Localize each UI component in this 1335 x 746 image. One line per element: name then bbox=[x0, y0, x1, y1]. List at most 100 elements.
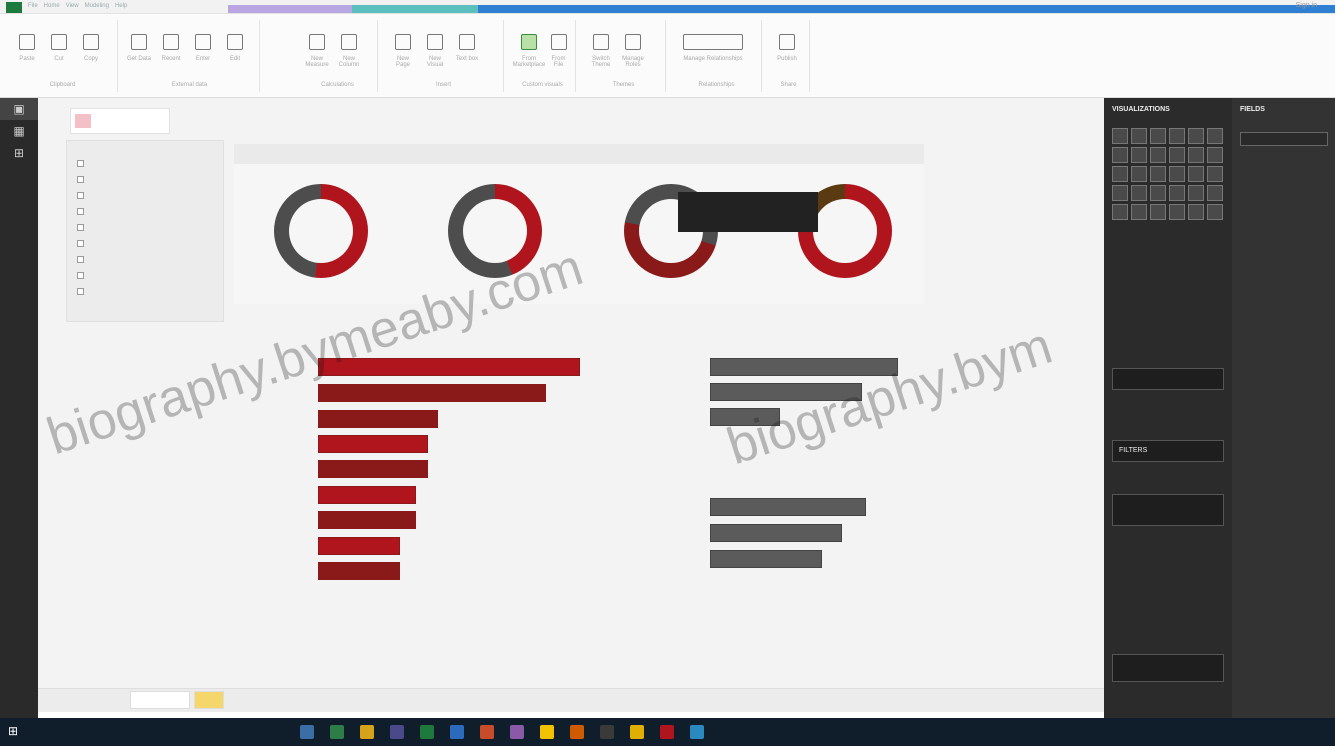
taskbar-app-icon[interactable] bbox=[540, 725, 554, 739]
tab-view[interactable]: View bbox=[66, 3, 79, 9]
taskbar-app-icon[interactable] bbox=[360, 725, 374, 739]
checkbox[interactable] bbox=[77, 271, 84, 279]
taskbar-app-icon[interactable] bbox=[480, 725, 494, 739]
visual-type-icon[interactable] bbox=[1207, 147, 1223, 163]
data-view-button[interactable]: ▦ bbox=[0, 120, 38, 142]
taskbar-app-icon[interactable] bbox=[390, 725, 404, 739]
checkbox[interactable] bbox=[77, 287, 84, 295]
visual-type-icon[interactable] bbox=[1169, 185, 1185, 201]
checkbox[interactable] bbox=[77, 255, 84, 263]
bar[interactable] bbox=[710, 498, 866, 516]
visual-type-icon[interactable] bbox=[1150, 204, 1166, 220]
visual-type-icon[interactable] bbox=[1150, 128, 1166, 144]
checkbox[interactable] bbox=[77, 207, 84, 215]
slicer-item[interactable] bbox=[67, 187, 223, 203]
taskbar-app-icon[interactable] bbox=[330, 725, 344, 739]
slicer-item[interactable] bbox=[67, 171, 223, 187]
bar[interactable] bbox=[710, 550, 822, 568]
visual-type-icon[interactable] bbox=[1112, 128, 1128, 144]
bar[interactable] bbox=[318, 511, 416, 529]
taskbar-app-icon[interactable] bbox=[510, 725, 524, 739]
field-well-drop[interactable] bbox=[1112, 368, 1224, 390]
bar[interactable] bbox=[318, 460, 428, 478]
taskbar-app-icon[interactable] bbox=[570, 725, 584, 739]
slicer-item[interactable] bbox=[67, 155, 223, 171]
paste-button[interactable]: Paste bbox=[14, 20, 40, 76]
visual-type-icon[interactable] bbox=[1112, 166, 1128, 182]
publish-button[interactable]: Publish bbox=[774, 20, 800, 76]
bar[interactable] bbox=[318, 410, 438, 428]
manage-roles-button[interactable]: Manage Roles bbox=[620, 20, 646, 76]
visual-type-icon[interactable] bbox=[1188, 185, 1204, 201]
tab-help[interactable]: Help bbox=[115, 3, 127, 9]
visual-type-icon[interactable] bbox=[1207, 185, 1223, 201]
visual-type-icon[interactable] bbox=[1207, 166, 1223, 182]
slicer-item[interactable] bbox=[67, 283, 223, 299]
visual-type-icon[interactable] bbox=[1169, 128, 1185, 144]
visual-type-icon[interactable] bbox=[1131, 166, 1147, 182]
new-visual-button[interactable]: New Visual bbox=[422, 20, 448, 76]
tab-modeling[interactable]: Modeling bbox=[85, 3, 109, 9]
taskbar-app-icon[interactable] bbox=[450, 725, 464, 739]
visual-type-icon[interactable] bbox=[1131, 185, 1147, 201]
add-page-tab[interactable] bbox=[194, 691, 224, 709]
edit-queries-button[interactable]: Edit bbox=[222, 20, 248, 76]
enter-data-button[interactable]: Enter bbox=[190, 20, 216, 76]
signin-link[interactable]: Sign in bbox=[1296, 2, 1317, 9]
slicer-item[interactable] bbox=[67, 267, 223, 283]
manage-relationships-button[interactable]: Manage Relationships bbox=[678, 20, 748, 76]
fields-search-input[interactable] bbox=[1240, 132, 1328, 146]
filter-card[interactable] bbox=[1112, 654, 1224, 682]
recent-sources-button[interactable]: Recent bbox=[158, 20, 184, 76]
slicer-item[interactable] bbox=[67, 203, 223, 219]
visual-type-icon[interactable] bbox=[1150, 185, 1166, 201]
checkbox[interactable] bbox=[77, 223, 84, 231]
page-tab[interactable] bbox=[130, 691, 190, 709]
from-marketplace-button[interactable]: From Marketplace bbox=[513, 20, 545, 76]
bar[interactable] bbox=[710, 524, 842, 542]
new-column-button[interactable]: New Column bbox=[336, 20, 362, 76]
report-view-button[interactable]: ▣ bbox=[0, 98, 38, 120]
tab-home[interactable]: Home bbox=[44, 3, 60, 9]
copy-button[interactable]: Copy bbox=[78, 20, 104, 76]
checkbox[interactable] bbox=[77, 191, 84, 199]
filter-card[interactable] bbox=[1112, 494, 1224, 526]
visual-type-icon[interactable] bbox=[1131, 147, 1147, 163]
donut-chart[interactable] bbox=[274, 184, 368, 278]
taskbar-app-icon[interactable] bbox=[300, 725, 314, 739]
slicer-item[interactable] bbox=[67, 219, 223, 235]
app-icon[interactable] bbox=[6, 2, 22, 13]
visual-type-icon[interactable] bbox=[1188, 166, 1204, 182]
visual-type-icon[interactable] bbox=[1188, 204, 1204, 220]
visual-type-icon[interactable] bbox=[1150, 147, 1166, 163]
visual-type-icon[interactable] bbox=[1112, 185, 1128, 201]
slicer-item[interactable] bbox=[67, 235, 223, 251]
tab-file[interactable]: File bbox=[28, 3, 38, 9]
bar[interactable] bbox=[318, 537, 400, 555]
checkbox[interactable] bbox=[77, 175, 84, 183]
slicer-item[interactable] bbox=[67, 251, 223, 267]
bar[interactable] bbox=[318, 435, 428, 453]
visual-type-icon[interactable] bbox=[1112, 204, 1128, 220]
bar[interactable] bbox=[318, 486, 416, 504]
new-measure-button[interactable]: New Measure bbox=[304, 20, 330, 76]
visual-type-icon[interactable] bbox=[1112, 147, 1128, 163]
bar[interactable] bbox=[318, 384, 546, 402]
windows-start-icon[interactable]: ⊞ bbox=[8, 724, 24, 740]
get-data-button[interactable]: Get Data bbox=[126, 20, 152, 76]
new-page-button[interactable]: New Page bbox=[390, 20, 416, 76]
taskbar-app-icon[interactable] bbox=[690, 725, 704, 739]
visual-type-icon[interactable] bbox=[1131, 128, 1147, 144]
model-view-button[interactable]: ⊞ bbox=[0, 142, 38, 164]
visual-type-icon[interactable] bbox=[1207, 128, 1223, 144]
checkbox[interactable] bbox=[77, 159, 84, 167]
taskbar-app-icon[interactable] bbox=[630, 725, 644, 739]
taskbar-app-icon[interactable] bbox=[600, 725, 614, 739]
textbox-button[interactable]: Text box bbox=[454, 20, 480, 76]
from-file-button[interactable]: From File bbox=[548, 20, 569, 76]
taskbar-app-icon[interactable] bbox=[420, 725, 434, 739]
visual-type-icon[interactable] bbox=[1169, 166, 1185, 182]
visual-type-icon[interactable] bbox=[1188, 128, 1204, 144]
cut-button[interactable]: Cut bbox=[46, 20, 72, 76]
visual-type-icon[interactable] bbox=[1188, 147, 1204, 163]
